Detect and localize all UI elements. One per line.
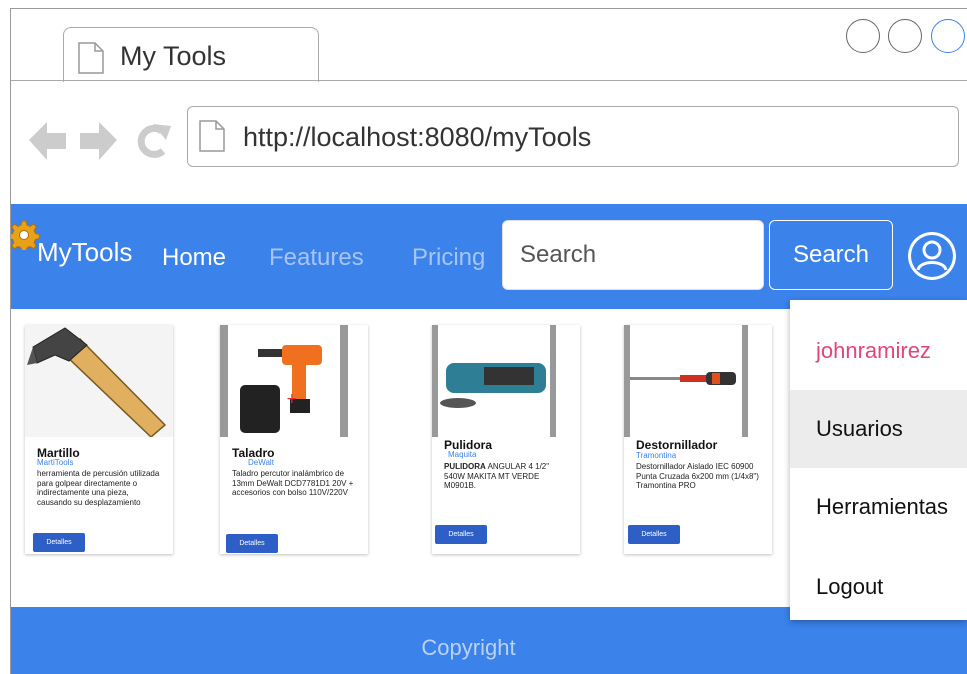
back-arrow-icon[interactable]: [29, 122, 66, 160]
brand-logo-text[interactable]: MyTools: [37, 237, 132, 268]
dropdown-item-logout[interactable]: Logout: [790, 548, 967, 620]
grinder-image: [432, 325, 580, 437]
product-card-martillo: Martillo MartiTools herramienta de percu…: [25, 325, 173, 554]
product-card-pulidora: Pulidora Maquita PULIDORA ANGULAR 4 1/2"…: [432, 325, 580, 554]
product-card-destornillador: Destornillador Tramontina Destornillador…: [624, 325, 772, 554]
product-description: Destornillador Aislado IEC 60900 Punta C…: [636, 462, 759, 491]
forward-arrow-icon[interactable]: [80, 122, 117, 160]
nav-link-home[interactable]: Home: [162, 244, 226, 272]
hammer-image: [25, 325, 173, 437]
product-brand: Tramontina: [636, 451, 677, 460]
user-dropdown-menu: johnramirez Usuarios Herramientas Logout: [790, 300, 967, 620]
search-input[interactable]: [502, 220, 764, 290]
tab-divider: [11, 80, 967, 81]
dropdown-item-usuarios[interactable]: Usuarios: [790, 390, 967, 468]
product-name: Destornillador: [636, 438, 718, 452]
tab-title: My Tools: [120, 41, 227, 71]
product-brand: MartiTools: [37, 458, 74, 467]
nav-link-features[interactable]: Features: [269, 244, 364, 272]
product-brand: DeWalt: [248, 458, 274, 467]
url-text: http://localhost:8080/myTools: [243, 122, 592, 152]
url-bar[interactable]: http://localhost:8080/myTools: [187, 106, 959, 167]
browser-nav-controls: [29, 122, 171, 160]
product-description: PULIDORA ANGULAR 4 1/2" 540W MAKITA MT V…: [444, 462, 550, 491]
drill-image: +: [220, 325, 368, 437]
copyright-text: Copyright: [421, 635, 516, 660]
svg-text:+: +: [286, 391, 298, 407]
product-card-taladro: + Taladro DeWalt Taladro percutor inalám…: [220, 325, 368, 554]
user-avatar-icon[interactable]: [906, 230, 958, 282]
product-description: Taladro percutor inalámbrico de 13mm DeW…: [232, 469, 354, 498]
details-button[interactable]: Detalles: [628, 525, 680, 544]
dropdown-username: johnramirez: [816, 338, 931, 363]
search-button[interactable]: Search: [769, 220, 893, 290]
dropdown-item-herramientas[interactable]: Herramientas: [790, 468, 967, 546]
window-button-close[interactable]: [931, 19, 965, 53]
product-brand: Maquita: [448, 450, 477, 459]
doc-icon: [199, 120, 225, 152]
window-button-maximize[interactable]: [888, 19, 922, 53]
product-description: herramienta de percusión utilizada para …: [37, 469, 160, 507]
nav-link-pricing[interactable]: Pricing: [412, 244, 485, 272]
reload-icon[interactable]: [137, 124, 171, 158]
details-button[interactable]: Detalles: [435, 525, 487, 544]
window-button-minimize[interactable]: [846, 19, 880, 53]
browser-tab[interactable]: My Tools: [63, 27, 319, 82]
doc-icon: [78, 42, 104, 74]
screwdriver-image: [624, 325, 772, 437]
details-button[interactable]: Detalles: [33, 533, 85, 552]
navbar: MyTools Home Features Pricing Search: [11, 204, 967, 309]
gear-icon: [11, 220, 39, 250]
details-button[interactable]: Detalles: [226, 534, 278, 553]
